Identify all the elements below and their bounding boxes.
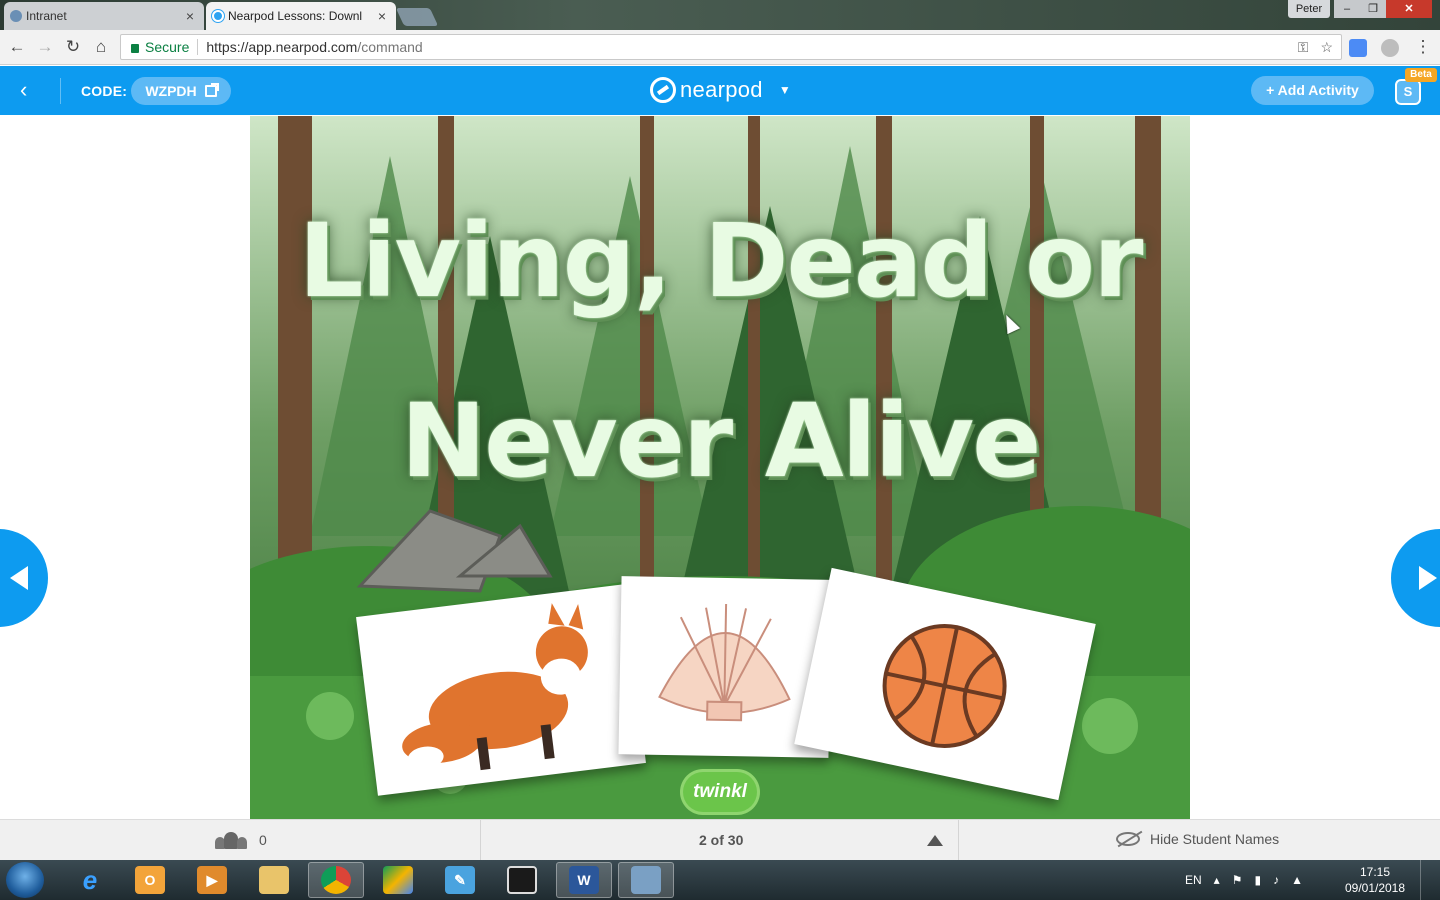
fox-illustration bbox=[402, 603, 588, 771]
nearpod-brand-menu[interactable]: nearpod ▼ bbox=[650, 77, 791, 103]
slide-canvas: Living, Dead or Never Alive twinkl bbox=[250, 116, 1190, 819]
tray-expand-icon[interactable]: ▴ bbox=[1214, 873, 1220, 887]
previous-slide-button[interactable] bbox=[0, 529, 48, 627]
new-tab-button[interactable] bbox=[395, 8, 439, 26]
translate-extension-icon[interactable] bbox=[1349, 39, 1367, 57]
secure-label: Secure bbox=[145, 39, 199, 55]
external-link-icon bbox=[204, 83, 219, 97]
bottom-divider bbox=[480, 820, 481, 861]
student-count: 0 bbox=[259, 832, 267, 848]
volume-icon[interactable]: ♪ bbox=[1273, 873, 1279, 887]
forward-arrow-icon[interactable]: → bbox=[34, 36, 56, 58]
session-code-label: CODE: bbox=[81, 83, 128, 99]
clock-time: 17:15 bbox=[1359, 865, 1391, 879]
tab-title: Intranet bbox=[26, 9, 67, 23]
google-drive-icon[interactable] bbox=[370, 862, 426, 898]
bottom-divider bbox=[958, 820, 959, 861]
student-count-button[interactable]: 0 bbox=[215, 831, 267, 849]
reload-icon[interactable]: ↻ bbox=[62, 36, 84, 58]
internet-explorer-icon[interactable]: e bbox=[62, 862, 118, 898]
nearpod-favicon-icon bbox=[212, 10, 224, 22]
fox-card bbox=[356, 584, 646, 796]
session-code-button[interactable]: WZPDH bbox=[131, 77, 231, 105]
key-icon[interactable]: ⚿ bbox=[1298, 39, 1309, 56]
tab-close-icon[interactable]: × bbox=[378, 8, 386, 24]
url-path: /command bbox=[357, 39, 423, 55]
notepad-icon[interactable]: ✎ bbox=[432, 862, 488, 898]
system-clock[interactable]: 17:15 09/01/2018 bbox=[1340, 864, 1410, 896]
twinkl-watermark: twinkl bbox=[683, 772, 757, 812]
header-divider bbox=[60, 78, 61, 104]
clock-date: 09/01/2018 bbox=[1344, 881, 1406, 895]
system-tray: EN ▴ ⚑ ▮ ♪ ▲ bbox=[1185, 860, 1303, 900]
address-bar[interactable]: Secure https://app.nearpod.com/command ⚿… bbox=[120, 34, 1342, 60]
arrow-right-icon bbox=[1419, 566, 1437, 590]
network-icon[interactable]: ▮ bbox=[1254, 873, 1261, 887]
slide-title-line-1: Living, Dead or bbox=[298, 202, 1144, 321]
windows-taskbar: e O ▶ ✎ W EN ▴ ⚑ ▮ ♪ ▲ 17:15 09/01/2018 bbox=[0, 860, 1440, 900]
maximize-button[interactable]: ❐ bbox=[1360, 0, 1386, 18]
bookmark-star-icon[interactable]: ☆ bbox=[1320, 39, 1333, 56]
eye-slash-icon bbox=[1116, 832, 1140, 846]
back-chevron-icon[interactable]: ‹ bbox=[20, 79, 42, 101]
language-indicator[interactable]: EN bbox=[1185, 873, 1202, 887]
tab-title: Nearpod Lessons: Downl bbox=[228, 9, 363, 23]
show-desktop-button[interactable] bbox=[1420, 860, 1434, 900]
arrow-left-icon bbox=[10, 566, 28, 590]
hide-student-names-button[interactable]: Hide Student Names bbox=[1116, 831, 1279, 847]
caret-up-icon[interactable] bbox=[927, 835, 943, 846]
tab-nearpod[interactable]: Nearpod Lessons: Downl × bbox=[206, 2, 396, 30]
screen-capture-icon[interactable] bbox=[494, 862, 550, 898]
utility-app-icon[interactable] bbox=[618, 862, 674, 898]
nearpod-logo-icon bbox=[650, 77, 676, 103]
browser-titlebar: Intranet × Nearpod Lessons: Downl × Pete… bbox=[0, 0, 1440, 30]
drive-extension-icon[interactable] bbox=[1381, 39, 1399, 57]
page-indicator: 2 of 30 bbox=[699, 832, 744, 848]
url-base: https://app.nearpod.com bbox=[206, 39, 358, 55]
start-button[interactable] bbox=[6, 862, 44, 898]
outlook-icon[interactable]: O bbox=[122, 862, 178, 898]
brand-name: nearpod bbox=[680, 77, 763, 102]
nearpod-header: ‹ CODE: WZPDH nearpod ▼ + Add Activity S bbox=[0, 66, 1440, 115]
minimize-button[interactable]: – bbox=[1334, 0, 1360, 18]
chrome-menu-icon[interactable]: ⋮ bbox=[1412, 36, 1434, 58]
next-slide-button[interactable] bbox=[1391, 529, 1440, 627]
drive-sync-icon[interactable]: ▲ bbox=[1291, 873, 1303, 887]
caret-down-icon: ▼ bbox=[778, 83, 791, 97]
profile-button[interactable]: Peter bbox=[1288, 0, 1330, 18]
home-icon[interactable]: ⌂ bbox=[90, 36, 112, 58]
lock-icon bbox=[131, 43, 139, 53]
beta-badge: Beta bbox=[1405, 68, 1437, 82]
people-icon bbox=[215, 831, 247, 849]
tab-close-icon[interactable]: × bbox=[186, 8, 194, 24]
back-arrow-icon[interactable]: ← bbox=[6, 36, 28, 58]
close-window-button[interactable]: ✕ bbox=[1386, 0, 1432, 18]
chrome-icon[interactable] bbox=[308, 862, 364, 898]
hide-names-label: Hide Student Names bbox=[1150, 831, 1280, 847]
share-icon[interactable]: S bbox=[1395, 79, 1421, 105]
slide-stage: Living, Dead or Never Alive twinkl bbox=[0, 115, 1440, 819]
media-player-icon[interactable]: ▶ bbox=[184, 862, 240, 898]
intranet-favicon-icon bbox=[10, 10, 22, 22]
slide-title-line-2: Never Alive bbox=[400, 382, 1042, 501]
word-icon[interactable]: W bbox=[556, 862, 612, 898]
tab-intranet[interactable]: Intranet × bbox=[4, 2, 204, 30]
session-code-value: WZPDH bbox=[145, 83, 197, 99]
browser-toolbar: ← → ↻ ⌂ Secure https://app.nearpod.com/c… bbox=[0, 30, 1440, 65]
session-bottom-bar: 0 2 of 30 Hide Student Names bbox=[0, 819, 1440, 861]
action-center-flag-icon[interactable]: ⚑ bbox=[1232, 873, 1243, 887]
file-explorer-icon[interactable] bbox=[246, 862, 302, 898]
add-activity-button[interactable]: + Add Activity bbox=[1251, 76, 1374, 105]
